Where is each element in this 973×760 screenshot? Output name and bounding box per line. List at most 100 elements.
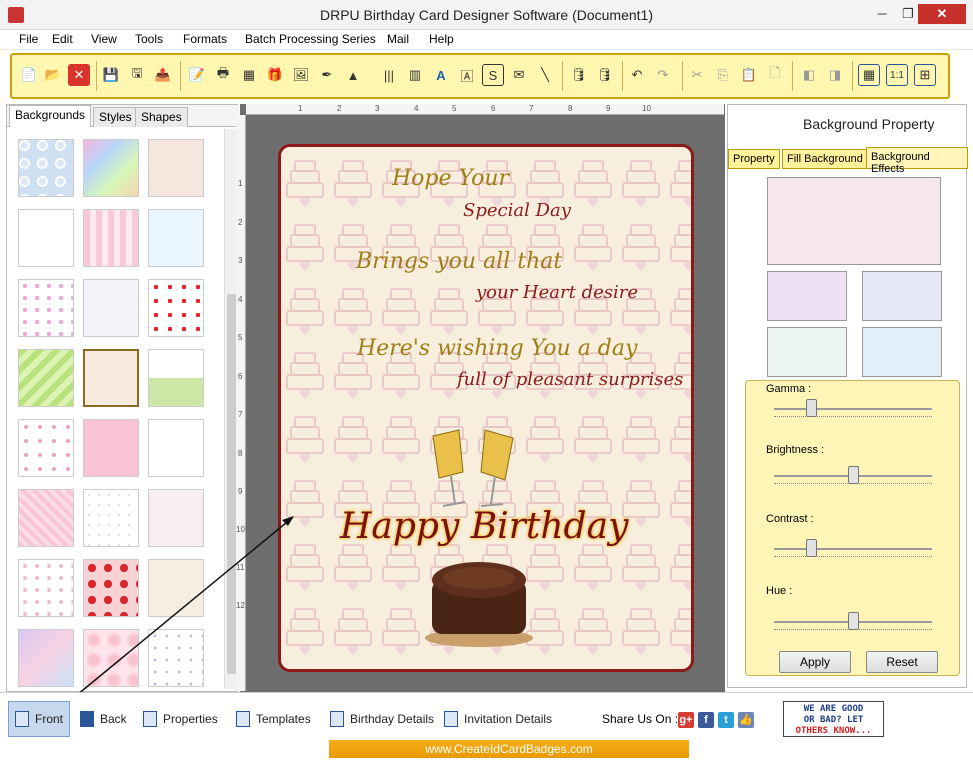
bg-thumb-teddy[interactable] — [148, 139, 204, 197]
card-text-line5[interactable]: Here's wishing You a day — [357, 336, 637, 361]
left-scrollbar-thumb[interactable] — [227, 294, 236, 674]
hue-slider[interactable] — [848, 612, 859, 630]
bg-thumb-party[interactable] — [148, 349, 204, 407]
bg-thumb-balloons-card[interactable] — [148, 559, 204, 617]
new-icon[interactable]: 📄 — [18, 64, 40, 86]
email-icon[interactable]: ✉ — [508, 64, 530, 86]
invitation-details-button[interactable]: Invitation Details — [444, 707, 552, 731]
save-as-icon[interactable]: 🖫 — [126, 64, 148, 86]
effect-thumb-lightblue[interactable] — [862, 327, 942, 377]
bg-thumb-big-red-hearts[interactable] — [83, 559, 139, 617]
print-preview-icon[interactable]: 📝 — [186, 64, 208, 86]
menu-tools[interactable]: Tools — [135, 32, 163, 46]
gift-icon[interactable]: 🎁 — [264, 64, 286, 86]
footer-website[interactable]: www.CreateIdCardBadges.com — [329, 740, 689, 758]
reset-button[interactable]: Reset — [866, 651, 938, 673]
card-text-line3[interactable]: Brings you all that — [356, 249, 562, 274]
bg-thumb-roses[interactable] — [83, 629, 139, 687]
db-icon[interactable]: 🛢 — [568, 64, 590, 86]
tab-backgrounds[interactable]: Backgrounds — [9, 105, 92, 127]
google-plus-icon[interactable]: g+ — [678, 712, 694, 728]
twitter-icon[interactable]: t — [718, 712, 734, 728]
contrast-track[interactable] — [774, 548, 932, 550]
bg-thumb-pink-stripes[interactable] — [83, 209, 139, 267]
redo-icon[interactable]: ↷ — [652, 64, 674, 86]
bg-thumb-floral[interactable] — [148, 489, 204, 547]
cut-icon[interactable]: ✂ — [686, 64, 708, 86]
delete-icon[interactable]: 🗋 — [764, 64, 786, 86]
bg-thumb-flowers[interactable] — [18, 419, 74, 477]
image-icon[interactable]: 🖼 — [290, 64, 312, 86]
save-icon[interactable]: 💾 — [100, 64, 122, 86]
actual-size-icon[interactable]: 1:1 — [886, 64, 908, 86]
minimize-button[interactable]: ─ — [868, 4, 896, 24]
open-icon[interactable]: 📂 — [42, 64, 64, 86]
brightness-slider[interactable] — [848, 466, 859, 484]
undo-icon[interactable]: ↶ — [626, 64, 648, 86]
signature-icon[interactable]: S — [482, 64, 504, 86]
menu-formats[interactable]: Formats — [183, 32, 227, 46]
tab-background-effects[interactable]: Background Effects — [866, 147, 968, 175]
pen-icon[interactable]: ✒ — [316, 64, 338, 86]
menu-view[interactable]: View — [91, 32, 117, 46]
bring-front-icon[interactable]: ◧ — [798, 64, 820, 86]
bg-thumb-balloons[interactable] — [148, 209, 204, 267]
shapes-icon[interactable]: ▲ — [342, 64, 364, 86]
menu-edit[interactable]: Edit — [52, 32, 73, 46]
barcode-icon[interactable]: ||| — [378, 64, 400, 86]
text-icon[interactable]: A — [430, 64, 452, 86]
apply-button[interactable]: Apply — [779, 651, 851, 673]
bg-thumb-happy-birthday[interactable] — [18, 209, 74, 267]
card-text-line6[interactable]: full of pleasant surprises — [457, 369, 683, 390]
facebook-icon[interactable]: f — [698, 712, 714, 728]
bg-thumb-bubbles[interactable] — [18, 139, 74, 197]
feedback-badge[interactable]: WE ARE GOOD OR BAD? LET OTHERS KNOW... — [783, 701, 884, 737]
card-headline[interactable]: Happy Birthday — [340, 506, 628, 547]
send-back-icon[interactable]: ◨ — [824, 64, 846, 86]
effect-thumb-blue[interactable] — [862, 271, 942, 321]
menu-file[interactable]: File — [19, 32, 38, 46]
bg-thumb-gifts[interactable] — [148, 419, 204, 477]
menu-batch-processing[interactable]: Batch Processing Series — [245, 32, 376, 46]
menu-help[interactable]: Help — [429, 32, 454, 46]
bg-thumb-cakes-selected[interactable] — [83, 349, 139, 407]
tab-property[interactable]: Property — [728, 149, 780, 169]
bg-thumb-small-cakes[interactable] — [18, 559, 74, 617]
like-icon[interactable]: 👍 — [738, 712, 754, 728]
properties-button[interactable]: Properties — [143, 707, 218, 731]
tab-shapes[interactable]: Shapes — [135, 107, 188, 127]
print-multiple-icon[interactable]: ▦ — [238, 64, 260, 86]
effect-thumb-purple[interactable] — [767, 271, 847, 321]
bg-thumb-balloon-bunches[interactable] — [83, 279, 139, 337]
close-button[interactable]: ✕ — [918, 4, 966, 24]
front-button[interactable]: Front — [8, 701, 71, 737]
back-button[interactable]: Back — [80, 707, 127, 731]
card-text-line2[interactable]: Special Day — [463, 200, 571, 221]
bg-thumb-pink-pattern[interactable] — [18, 489, 74, 547]
contrast-slider[interactable] — [806, 539, 817, 557]
bg-thumb-pink-hearts[interactable] — [83, 419, 139, 477]
bg-thumb-pastel[interactable] — [18, 629, 74, 687]
bg-thumb-rainbow[interactable] — [83, 139, 139, 197]
champagne-glasses-image[interactable] — [425, 412, 530, 512]
chocolate-cake-image[interactable] — [424, 556, 534, 648]
barcode2-icon[interactable]: ▥ — [404, 64, 426, 86]
tab-styles[interactable]: Styles — [93, 107, 138, 127]
bg-thumb-lavender[interactable] — [148, 629, 204, 687]
tab-fill-background[interactable]: Fill Background — [782, 149, 868, 169]
print-icon[interactable]: 🖶 — [212, 64, 234, 86]
close-doc-icon[interactable]: ✕ — [68, 64, 90, 86]
birthday-details-button[interactable]: Birthday Details — [330, 707, 434, 731]
effect-thumb-green[interactable] — [767, 327, 847, 377]
bg-thumb-confetti[interactable] — [83, 489, 139, 547]
grid-icon[interactable]: ▦ — [858, 64, 880, 86]
copy-icon[interactable]: ⎘ — [712, 64, 734, 86]
word-art-icon[interactable]: 🄰 — [456, 64, 478, 86]
bg-thumb-hearts-outline[interactable] — [18, 279, 74, 337]
gamma-slider[interactable] — [806, 399, 817, 417]
paste-icon[interactable]: 📋 — [738, 64, 760, 86]
bg-thumb-green-stripes[interactable] — [18, 349, 74, 407]
export-icon[interactable]: 📤 — [152, 64, 174, 86]
line-icon[interactable]: ╲ — [534, 64, 556, 86]
db2-icon[interactable]: 🛢 — [594, 64, 616, 86]
